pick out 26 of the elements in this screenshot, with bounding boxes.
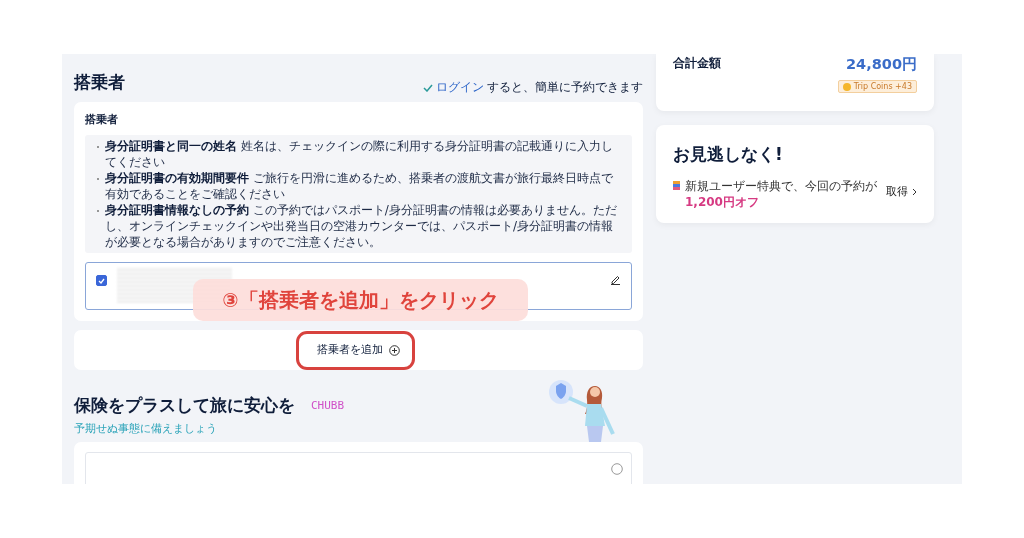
coin-icon <box>842 82 851 91</box>
section-title: 保険をプラスして旅に安心を <box>74 394 295 417</box>
plus-circle-icon <box>389 344 400 356</box>
login-link[interactable]: ログイン <box>436 79 484 96</box>
card-title: 搭乗者 <box>85 112 119 127</box>
check-icon <box>423 83 433 92</box>
gift-icon <box>673 181 680 190</box>
coins-badge: Trip Coins +43 <box>837 80 917 93</box>
add-passenger-button[interactable]: 搭乗者を追加 <box>307 335 410 365</box>
edit-icon[interactable] <box>610 274 621 285</box>
promo-title: お見逃しなく! <box>673 143 784 166</box>
notice-text: 身分証明書と同一の姓名 姓名は、チェックインの際に利用する身分証明書の記載通りに入力してください <box>105 138 614 170</box>
login-hint-text: すると、簡単に予約できます <box>487 79 643 96</box>
total-label: 合計金額 <box>673 55 721 72</box>
notice-text: 身分証明書の有効期間要件 ご旅行を円滑に進めるため、搭乗者の渡航文書が旅行最終日時点で有効であることをご確認ください <box>105 170 614 202</box>
claim-link[interactable]: 取得 <box>886 184 917 199</box>
checkbox[interactable] <box>96 275 107 286</box>
section-subtitle: 予期せぬ事態に備えましょう <box>74 421 218 436</box>
annotation-callout: ③「搭乗者を追加」をクリック <box>193 279 528 321</box>
circle-icon <box>611 463 623 475</box>
promo-text: 新規ユーザー特典で、今回の予約が1,200円オフ <box>685 178 878 210</box>
total-price: 24,800円 <box>846 55 917 74</box>
brand-logo: CHUBB <box>311 399 345 412</box>
notice-text: 身分証明書情報なしの予約 この予約ではパスポート/身分証明書の情報は必要ありません。ただし、オンラインチェックインや出発当日の空港カウンターでは、パスポート/身分証明書の情報が必要となる場合がありますのでご注意ください。 <box>105 202 618 250</box>
chevron-right-icon <box>912 187 917 196</box>
section-title: 搭乗者 <box>74 71 125 94</box>
